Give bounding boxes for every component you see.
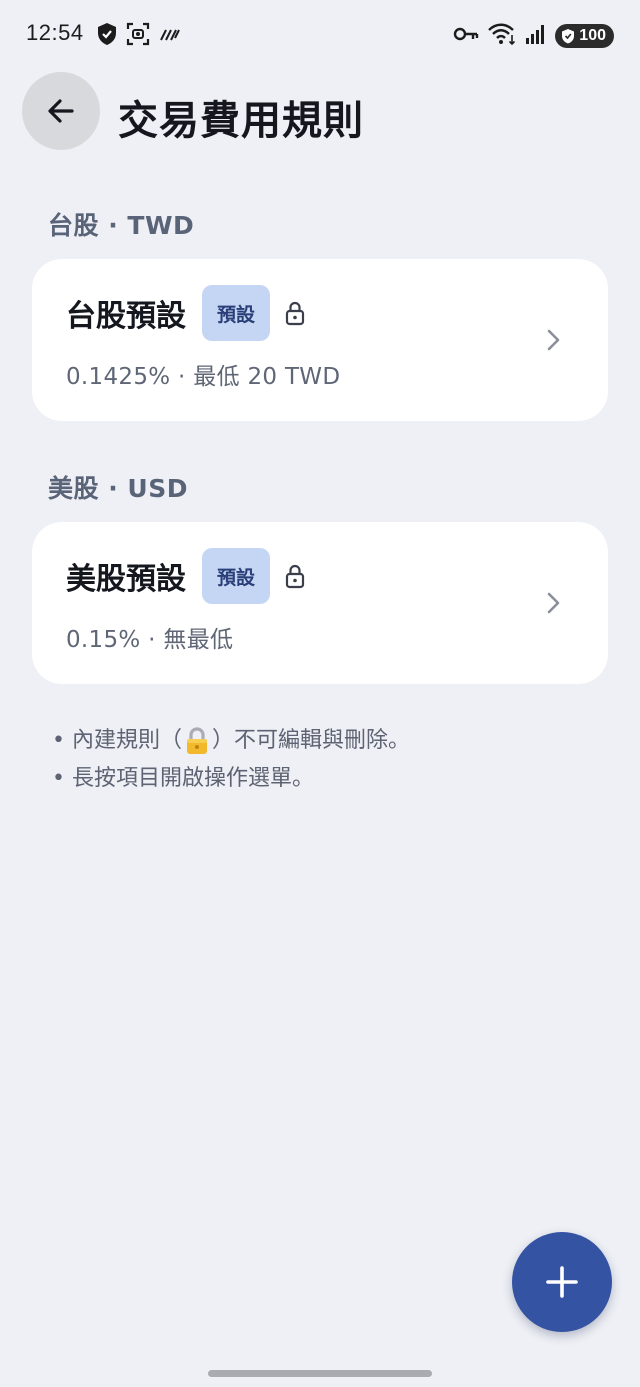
no-signal-icon [158,24,182,48]
battery-shield-icon [562,29,575,44]
home-indicator[interactable] [208,1370,432,1377]
wifi-icon [487,22,517,50]
battery-level: 100 [579,27,606,44]
lock-icon [284,300,306,326]
rule-title-row: 台股預設 預設 [66,285,306,341]
note-text-part1: 內建規則（ [72,728,183,753]
status-left-icons [96,22,182,50]
rule-detail: 0.1425% · 最低 20 TWD [66,364,341,390]
vpn-key-icon [453,24,479,48]
rule-name: 美股預設 [66,562,186,597]
note-long-press: • 長按項目開啟操作選單。 [52,760,410,798]
rule-detail: 0.15% · 無最低 [66,627,234,653]
bullet: • [52,766,65,791]
arrow-left-icon [48,99,74,123]
section-label-twd: 台股 · TWD [48,211,195,240]
rule-card-us-default[interactable]: 美股預設 預設 0.15% · 無最低 [32,522,608,684]
status-time: 12:54 [26,20,84,45]
status-bar: 12:54 100 [0,0,640,70]
help-notes: • 內建規則（ ）不可編輯與刪除。 • 長按項目開啟操作選單。 [52,722,410,798]
shield-icon [96,22,118,50]
plus-icon [546,1266,578,1298]
chevron-right-icon [544,327,562,357]
rule-card-tw-default[interactable]: 台股預設 預設 0.1425% · 最低 20 TWD [32,259,608,421]
battery-indicator: 100 [555,24,614,48]
chevron-right-icon [544,590,562,620]
default-badge: 預設 [202,285,270,341]
page-title: 交易費用規則 [118,98,364,144]
cell-signal-icon [525,23,547,49]
lock-icon [284,563,306,589]
note-builtin-rules: • 內建規則（ ）不可編輯與刪除。 [52,722,410,760]
status-right-icons: 100 [453,22,614,50]
default-badge: 預設 [202,548,270,604]
add-rule-button[interactable] [512,1232,612,1332]
section-label-usd: 美股 · USD [48,474,188,503]
bullet: • [52,728,65,753]
back-button[interactable] [22,72,100,150]
rule-title-row: 美股預設 預設 [66,548,306,604]
app-header: 交易費用規則 [0,70,640,152]
note-text-part2: ）不可編輯與刪除。 [212,728,411,753]
rule-name: 台股預設 [66,299,186,334]
lock-emoji-icon [184,726,210,756]
note-text: 長按項目開啟操作選單。 [72,766,315,791]
screenshot-icon [126,22,150,50]
